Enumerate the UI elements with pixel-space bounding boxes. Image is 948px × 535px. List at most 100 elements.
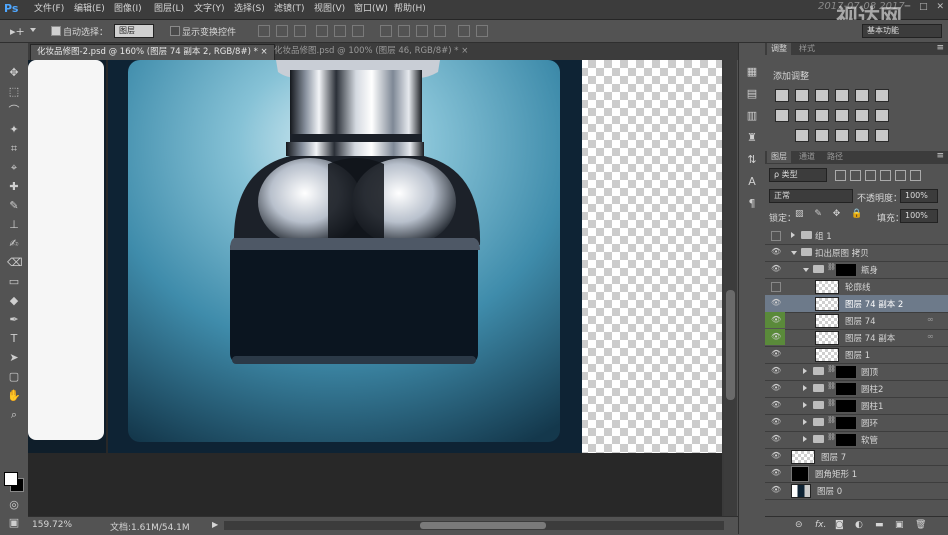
link-layers-icon[interactable]: ⊝: [795, 520, 803, 530]
adjustment-icon[interactable]: [775, 89, 789, 102]
layer-thumbnail[interactable]: [815, 280, 839, 294]
mask-thumbnail[interactable]: [835, 382, 857, 396]
auto-select-checkbox[interactable]: [51, 26, 61, 36]
adjustment-icon[interactable]: [835, 129, 849, 142]
layer-row[interactable]: 👁 扣出原图 拷贝: [765, 244, 948, 262]
menu-item[interactable]: 文字(Y): [194, 2, 225, 17]
adjustment-icon[interactable]: [875, 89, 889, 102]
tab-styles[interactable]: 样式: [795, 43, 819, 55]
visibility-cell[interactable]: 👁: [765, 465, 785, 481]
adjustment-icon[interactable]: [815, 129, 829, 142]
layer-row[interactable]: 👁 图层 74 ∞: [765, 312, 948, 330]
align-distribute-icon[interactable]: [416, 25, 428, 37]
close-icon[interactable]: ✕: [936, 2, 944, 12]
visibility-cell[interactable]: 👁: [765, 397, 785, 413]
layer-row[interactable]: 👁 圆角矩形 1: [765, 465, 948, 483]
layer-row[interactable]: 👁 ⛓ 圆环: [765, 414, 948, 432]
auto-select-dropdown[interactable]: 图层: [114, 24, 154, 38]
zoom-level[interactable]: 159.72%: [32, 520, 72, 530]
visibility-cell[interactable]: 👁: [765, 346, 785, 362]
layer-row[interactable]: 👁 ⛓ 软管: [765, 431, 948, 449]
move-tool-icon[interactable]: ✥: [7, 66, 21, 80]
character-panel-icon[interactable]: A: [745, 175, 759, 189]
align-distribute-icon[interactable]: [434, 25, 446, 37]
close-tab-icon[interactable]: ×: [261, 47, 268, 57]
stamp-tool-icon[interactable]: ⊥: [7, 218, 21, 232]
eye-icon[interactable]: 👁: [771, 332, 781, 342]
layer-filter-icon[interactable]: [910, 170, 921, 181]
minimize-icon[interactable]: ─: [905, 2, 910, 12]
eye-icon[interactable]: 👁: [771, 451, 781, 461]
menu-item[interactable]: 帮助(H): [394, 2, 426, 17]
layer-row[interactable]: 组 1: [765, 227, 948, 245]
horizontal-scrollbar[interactable]: [224, 521, 724, 530]
layer-filter-dropdown[interactable]: ρ 类型: [769, 168, 827, 182]
align-distribute-icon[interactable]: [380, 25, 392, 37]
layer-thumbnail[interactable]: [815, 314, 839, 328]
tab-document-1[interactable]: 化妆品修图-2.psd @ 160% (图层 74 副本 2, RGB/8#) …: [30, 44, 275, 61]
lock-options-icons[interactable]: ▨ ✎ ✥ 🔒: [795, 209, 866, 219]
visibility-cell[interactable]: 👁: [765, 431, 785, 447]
layer-row[interactable]: 轮廓线: [765, 278, 948, 296]
history-brush-icon[interactable]: ✍: [7, 237, 21, 251]
scrollbar-thumb[interactable]: [420, 522, 546, 529]
visibility-cell[interactable]: 👁: [765, 448, 785, 464]
expand-arrow-icon[interactable]: [803, 368, 807, 374]
layer-row[interactable]: 👁 图层 0: [765, 482, 948, 500]
adjustment-icon[interactable]: [795, 109, 809, 122]
pen-tool-icon[interactable]: ✒: [7, 313, 21, 327]
blur-tool-icon[interactable]: ◆: [7, 294, 21, 308]
eye-icon[interactable]: 👁: [771, 264, 781, 274]
adjustment-icon[interactable]: [835, 109, 849, 122]
layer-filter-icon[interactable]: [850, 170, 861, 181]
tab-adjust[interactable]: 调整: [767, 43, 791, 55]
visibility-cell[interactable]: [765, 227, 785, 243]
vertical-scrollbar[interactable]: [724, 60, 737, 516]
eye-icon[interactable]: 👁: [771, 383, 781, 393]
panel-menu-icon[interactable]: ≡: [936, 43, 944, 53]
zoom-tool-icon[interactable]: ⌕: [7, 408, 21, 422]
layer-thumbnail[interactable]: [815, 297, 839, 311]
menu-item[interactable]: 图层(L): [154, 2, 184, 17]
visibility-cell[interactable]: 👁: [765, 329, 785, 345]
adjustment-icon[interactable]: [875, 109, 889, 122]
eye-icon[interactable]: 👁: [771, 366, 781, 376]
layer-filter-icon[interactable]: [865, 170, 876, 181]
adjustment-icon[interactable]: [855, 89, 869, 102]
mask-thumbnail[interactable]: [835, 365, 857, 379]
scrollbar-thumb[interactable]: [726, 290, 735, 400]
align-distribute-icon[interactable]: [476, 25, 488, 37]
foreground-color-swatch[interactable]: [4, 472, 18, 486]
fx-icon[interactable]: fx.: [815, 520, 826, 530]
menu-item[interactable]: 窗口(W): [354, 2, 388, 17]
expand-arrow-icon[interactable]: [803, 436, 807, 442]
workspace-dropdown[interactable]: 基本功能: [862, 24, 942, 38]
gradient-tool-icon[interactable]: ▭: [7, 275, 21, 289]
hidden-box[interactable]: [771, 282, 781, 292]
layer-row[interactable]: 👁 ⛓ 圆柱2: [765, 380, 948, 398]
expand-arrow-icon[interactable]: [803, 268, 809, 272]
align-distribute-icon[interactable]: [316, 25, 328, 37]
clone-source-icon[interactable]: ⇅: [745, 153, 759, 167]
history-panel-icon[interactable]: ▦: [745, 65, 759, 79]
adjustment-icon[interactable]: [795, 129, 809, 142]
layer-row[interactable]: 👁 图层 7: [765, 448, 948, 466]
visibility-cell[interactable]: 👁: [765, 312, 785, 328]
brush-panel-icon[interactable]: ♜: [745, 131, 759, 145]
layer-filter-icon[interactable]: [895, 170, 906, 181]
layer-thumbnail[interactable]: [815, 331, 839, 345]
quick-select-tool-icon[interactable]: ✦: [7, 123, 21, 137]
eye-icon[interactable]: 👁: [771, 468, 781, 478]
hidden-box[interactable]: [771, 231, 781, 241]
layer-row[interactable]: 👁 ⛓ 圆柱1: [765, 397, 948, 415]
tab-paths[interactable]: 路径: [823, 151, 847, 163]
expand-arrow-icon[interactable]: [791, 232, 795, 238]
maximize-icon[interactable]: □: [919, 2, 928, 12]
visibility-cell[interactable]: 👁: [765, 482, 785, 498]
layer-row[interactable]: 👁 图层 1: [765, 346, 948, 364]
visibility-cell[interactable]: 👁: [765, 295, 785, 311]
healing-brush-icon[interactable]: ✚: [7, 180, 21, 194]
align-distribute-icon[interactable]: [398, 25, 410, 37]
add-mask-icon[interactable]: ◙: [835, 520, 844, 530]
brush-tool-icon[interactable]: ✎: [7, 199, 21, 213]
